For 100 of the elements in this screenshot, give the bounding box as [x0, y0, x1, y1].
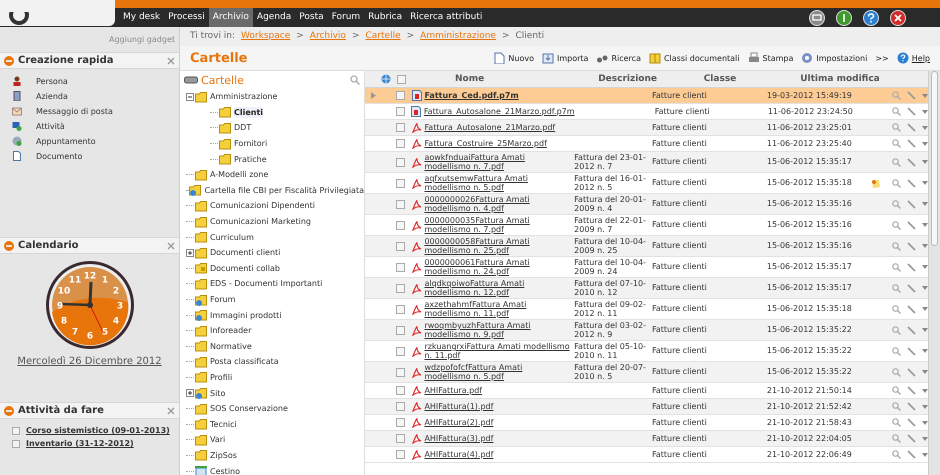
file-link[interactable]: axzethahmfFattura Amati modellismo n. 11.pdf	[424, 300, 570, 318]
checkbox[interactable]	[396, 450, 406, 459]
search-icon[interactable]	[350, 75, 360, 85]
file-link[interactable]: Fattura_Costruire_25Marzo.pdf	[424, 139, 570, 148]
pdf-icon[interactable]	[412, 262, 422, 272]
folder-link[interactable]: DDT	[234, 122, 252, 134]
gear-icon[interactable]	[801, 52, 814, 64]
checkbox[interactable]	[396, 200, 406, 208]
checkbox[interactable]	[396, 91, 406, 100]
dropdown-icon[interactable]	[922, 142, 928, 146]
checkbox[interactable]	[396, 262, 406, 272]
envelope-icon[interactable]	[12, 106, 22, 116]
folder-link[interactable]: Cestino	[210, 466, 240, 475]
pdf-icon[interactable]	[412, 240, 422, 252]
more-link[interactable]: >>	[875, 52, 889, 64]
dropdown-icon[interactable]	[922, 307, 928, 311]
table-row[interactable]: AHIFattura(4).pdf Fatture clienti 21-10-2012 22:06:49	[365, 447, 928, 463]
info-icon[interactable]	[836, 10, 852, 26]
search-icon[interactable]	[892, 450, 902, 459]
folder-link[interactable]: Posta classificata	[210, 356, 279, 368]
scrollbar[interactable]	[928, 71, 940, 475]
dropdown-icon[interactable]	[922, 452, 928, 456]
folder-link[interactable]: A-Modelli zone	[210, 169, 268, 180]
pdf-icon[interactable]	[412, 198, 422, 210]
pdf-icon[interactable]	[412, 178, 422, 188]
folder-icon[interactable]	[195, 324, 208, 337]
folder-icon[interactable]	[195, 200, 208, 212]
pdf-icon[interactable]	[412, 304, 422, 314]
book-icon[interactable]	[648, 52, 661, 64]
signed-file-icon[interactable]	[411, 106, 422, 117]
folder-icon[interactable]	[219, 122, 232, 134]
toolbar-link[interactable]: Impostazioni	[816, 52, 868, 64]
column-header[interactable]: Descrizione	[580, 74, 665, 84]
search-icon[interactable]	[892, 178, 902, 188]
pdf-icon[interactable]	[412, 401, 422, 412]
toolbar-link[interactable]: Help	[912, 52, 930, 64]
search-icon[interactable]	[892, 262, 902, 272]
folder-icon[interactable]	[219, 106, 232, 118]
pdf-icon[interactable]	[412, 156, 422, 168]
search-icon[interactable]	[892, 386, 902, 395]
checkbox[interactable]	[396, 326, 406, 334]
expand-icon[interactable]	[186, 248, 194, 257]
search-icon[interactable]	[892, 91, 902, 100]
folder-icon[interactable]	[219, 153, 232, 166]
checkbox[interactable]	[396, 139, 406, 148]
file-link[interactable]: AHIFattura(1).pdf	[424, 402, 570, 411]
file-link[interactable]: aowkfnduaiFattura Amati modellismo n. 7.pdf	[424, 153, 570, 171]
search-icon[interactable]	[892, 123, 902, 132]
checkbox[interactable]	[396, 386, 406, 395]
quick-create-link[interactable]: Azienda	[36, 90, 68, 102]
checkbox[interactable]	[396, 402, 406, 411]
dropdown-icon[interactable]	[922, 244, 928, 248]
file-link[interactable]: 0000000026Fattura Amati modellismo n. 4.pdf	[424, 195, 570, 213]
monitor-icon[interactable]	[809, 10, 825, 26]
file-link[interactable]: 0000000058Fattura Amati modellismo n. 25.pdf	[424, 237, 570, 255]
pdf-icon[interactable]	[412, 122, 422, 133]
folder-link[interactable]: Cartella file CBI per Fiscalità Privilegiata	[204, 184, 364, 196]
file-link[interactable]: Fattura_Ced.pdf.p7m	[424, 91, 570, 100]
table-row[interactable]: Fattura_Costruire_25Marzo.pdf Fatture clienti 11-06-2012 23:25:40	[365, 136, 928, 152]
folder-icon[interactable]	[195, 168, 208, 181]
folder-icon[interactable]	[195, 278, 208, 290]
dropdown-icon[interactable]	[922, 370, 928, 374]
column-header[interactable]: Ultima modifica	[775, 74, 905, 84]
dropdown-icon[interactable]	[922, 404, 928, 408]
nav-tab[interactable]: Rubrica	[364, 8, 406, 27]
file-link[interactable]: aqfxutsemwFattura Amati modellismo n. 5.pdf	[424, 174, 570, 192]
search-icon[interactable]	[892, 220, 902, 230]
folder-link[interactable]: Pratiche	[234, 154, 267, 165]
date-link[interactable]: Mercoledì 26 Dicembre 2012	[17, 356, 162, 367]
file-link[interactable]: AHIFattura(3).pdf	[424, 434, 570, 443]
checkbox[interactable]	[396, 418, 406, 427]
folder-link[interactable]: Inforeader	[210, 325, 252, 336]
dropdown-icon[interactable]	[922, 110, 928, 114]
clock-icon[interactable]	[12, 136, 22, 146]
folder-link[interactable]: Profili	[210, 372, 232, 383]
file-link[interactable]: rzkuangrxiFattura Amati modellismo n. 11.pdf	[424, 342, 570, 360]
task-link[interactable]: Inventario (31-12-2012)	[26, 438, 134, 449]
dropdown-icon[interactable]	[922, 388, 928, 392]
building-icon[interactable]	[12, 91, 22, 101]
pdf-icon[interactable]	[412, 417, 422, 428]
folder-link[interactable]: Curriculum	[210, 232, 254, 243]
shared-folder-icon[interactable]	[195, 309, 208, 322]
column-header[interactable]: Nome	[410, 74, 580, 84]
toolbar-link[interactable]: Stampa	[762, 52, 794, 64]
search-icon[interactable]	[892, 434, 902, 443]
dropdown-icon[interactable]	[922, 328, 928, 332]
search-icon[interactable]	[892, 402, 902, 411]
nav-tab[interactable]: Forum	[328, 8, 364, 27]
dropdown-icon[interactable]	[922, 160, 928, 164]
table-row[interactable]: AHIFattura(3).pdf Fatture clienti 21-10-2012 22:04:05	[365, 431, 928, 447]
folder-link[interactable]: Amministrazione	[210, 91, 278, 102]
folder-link[interactable]: Documenti clienti	[210, 247, 280, 258]
dropdown-icon[interactable]	[922, 420, 928, 424]
nav-tab[interactable]: Ricerca attributi	[406, 8, 486, 27]
folder-icon[interactable]	[195, 371, 208, 384]
table-row[interactable]: AHIFattura(2).pdf Fatture clienti 21-10-2012 21:58:43	[365, 415, 928, 431]
quick-create-link[interactable]: Persona	[36, 76, 68, 86]
checkbox[interactable]	[396, 220, 406, 230]
nav-tab[interactable]: Agenda	[252, 8, 296, 27]
checkbox[interactable]	[396, 107, 405, 116]
